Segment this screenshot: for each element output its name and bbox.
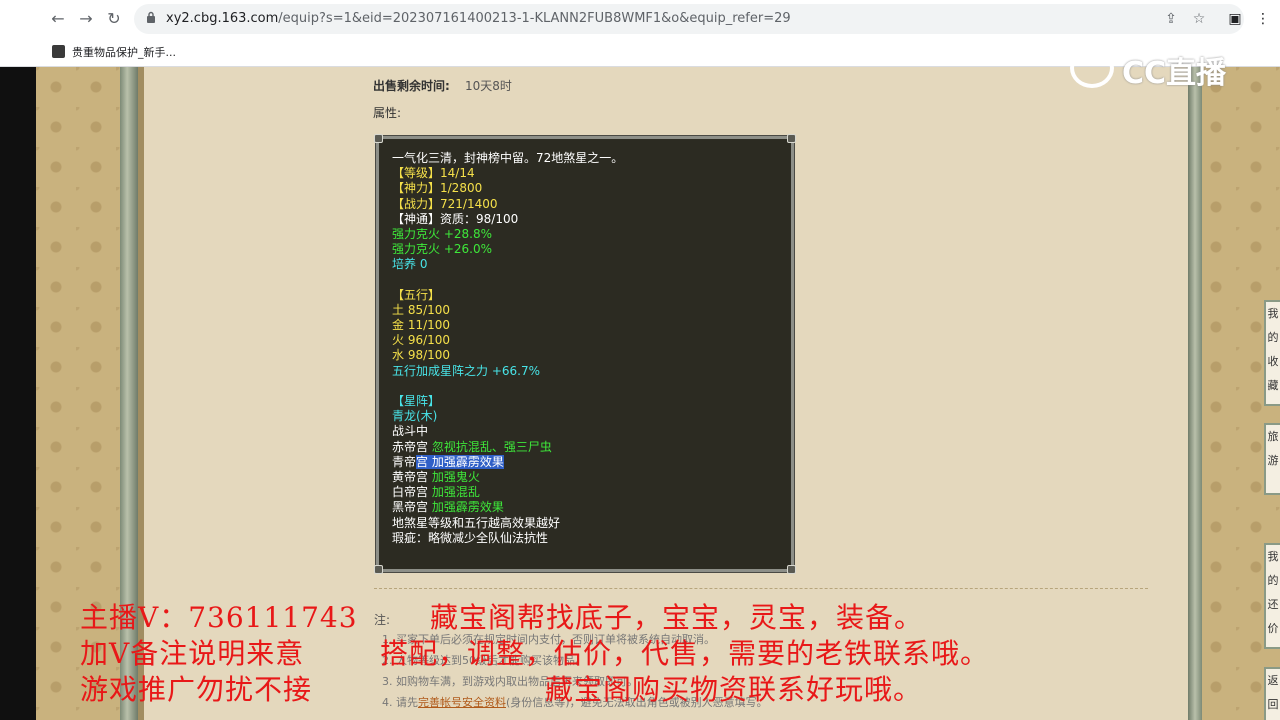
attribute-line: 【神通】资质：98/100 <box>392 212 782 227</box>
attribute-line: 一气化三清，封神榜中留。72地煞星之一。 <box>392 151 782 166</box>
streamer-disclaimer-text: 游戏推广勿扰不接 <box>80 673 313 706</box>
attribute-line: 【星阵】 <box>392 394 782 409</box>
more-menu-icon[interactable]: ⋮ <box>1254 10 1272 28</box>
attribute-line: 黑帝宫 加强霹雳效果 <box>392 500 782 515</box>
attribute-text: 【五行】 <box>392 287 441 302</box>
side-tab-travel[interactable]: 旅游 <box>1264 423 1280 495</box>
attribute-text: 【星阵】 <box>392 394 441 408</box>
panel-corner-icon <box>787 565 796 574</box>
attribute-line: 黄帝宫 加强鬼火 <box>392 470 782 485</box>
service-text-1: 藏宝阁帮找底子，宝宝，灵宝，装备。 <box>430 601 924 634</box>
attribute-text: 青帝 <box>392 454 417 469</box>
attribute-tooltip-panel: 一气化三清，封神榜中留。72地煞星之一。 【等级】14/14 【神力】1/280… <box>374 134 796 574</box>
attribute-line: 白帝宫 加强混乱 <box>392 485 782 500</box>
sale-time-label: 出售剩余时间: <box>373 79 450 93</box>
lock-icon <box>147 11 155 23</box>
notes-label: 注: <box>374 613 391 627</box>
attribute-line: 土 85/100 <box>392 303 782 318</box>
attribute-line: 金 11/100 <box>392 318 782 333</box>
attribute-text: 忽视抗混乱、强三尸虫 <box>431 439 552 454</box>
attribute-line <box>392 379 782 394</box>
attribute-text: 青龙(木) <box>392 409 438 424</box>
left-dark-strip <box>0 0 36 720</box>
attribute-text: 加强混乱 <box>431 485 480 500</box>
attributes-label: 属性: <box>373 106 402 120</box>
attribute-text: 瑕疵：略微减少全队仙法抗性 <box>392 530 549 545</box>
streamer-note-text: 加V备注说明来意 <box>80 637 305 670</box>
attribute-text: 加强鬼火 <box>431 469 480 484</box>
attribute-text: 战斗中 <box>392 424 429 439</box>
attribute-line: 瑕疵：略微减少全队仙法抗性 <box>392 531 782 546</box>
side-tab-back[interactable]: 返回 <box>1264 667 1280 720</box>
attribute-line: 地煞星等级和五行越高效果越好 <box>392 516 782 531</box>
sale-time-value: 10天8时 <box>465 79 512 93</box>
attribute-line: 水 98/100 <box>392 348 782 363</box>
attribute-text: 宫 加强霹雳效果 <box>416 454 504 469</box>
attribute-text: 地煞星等级和五行越高效果越好 <box>392 515 561 530</box>
attribute-line: 强力克火 +28.8% <box>392 227 782 242</box>
attribute-text: 白帝宫 <box>392 485 432 500</box>
attribute-text: 强力克火 +28.8% <box>392 226 492 241</box>
attribute-line: 培养 0 <box>392 257 782 272</box>
attribute-text: 金 11/100 <box>392 318 451 333</box>
side-tab-favorites[interactable]: 我的收藏 <box>1264 300 1280 406</box>
attribute-line: 【战力】721/1400 <box>392 197 782 212</box>
attribute-line: 青龙(木) <box>392 409 782 424</box>
attribute-line: 强力克火 +26.0% <box>392 242 782 257</box>
service-text-3: 藏宝阁购买物资联系好玩哦。 <box>545 673 923 706</box>
attribute-line: 【神力】1/2800 <box>392 181 782 196</box>
browser-toolbar: ← → ↻ xy2.cbg.163.com/equip?s=1&eid=2023… <box>0 0 1280 38</box>
forward-arrow-icon[interactable]: → <box>76 9 96 29</box>
attribute-line: 【等级】14/14 <box>392 166 782 181</box>
attribute-line <box>392 273 782 288</box>
back-arrow-icon[interactable]: ← <box>48 9 68 29</box>
attribute-text: 【神通】资质：98/100 <box>392 211 519 226</box>
attribute-text: 水 98/100 <box>392 348 451 363</box>
attribute-lines: 一气化三清，封神榜中留。72地煞星之一。 【等级】14/14 【神力】1/280… <box>392 151 782 546</box>
attribute-line: 火 96/100 <box>392 333 782 348</box>
cc-logo-text: CC直播 <box>1122 56 1227 91</box>
panel-corner-icon <box>374 134 383 143</box>
side-panel-icon[interactable]: ▣ <box>1226 10 1244 28</box>
attribute-text: 一气化三清，封神榜中留。72地煞星之一。 <box>392 151 624 165</box>
attribute-text: 火 96/100 <box>392 333 451 348</box>
attribute-text: 培养 0 <box>392 257 428 272</box>
bookmark-star-icon[interactable]: ☆ <box>1190 10 1208 28</box>
attribute-text: 土 85/100 <box>392 302 451 317</box>
attribute-text: 强力克火 +26.0% <box>392 242 492 257</box>
attribute-line: 赤帝宫 忽视抗混乱、强三尸虫 <box>392 440 782 455</box>
attribute-text: 【等级】14/14 <box>392 166 475 181</box>
attribute-text: 五行加成星阵之力 +66.7% <box>392 363 540 378</box>
streamer-contact-text: 主播V：736111743 <box>80 601 358 634</box>
attribute-line: 【五行】 <box>392 288 782 303</box>
side-tab-my-offers[interactable]: 我的还价 <box>1264 543 1280 649</box>
right-ornament-border <box>1188 67 1202 720</box>
address-bar[interactable]: xy2.cbg.163.com/equip?s=1&eid=2023071614… <box>134 4 1244 34</box>
attribute-line: 五行加成星阵之力 +66.7% <box>392 364 782 379</box>
account-security-link[interactable]: 完善帐号安全资料 <box>418 696 506 709</box>
attribute-text: 加强霹雳效果 <box>431 500 504 515</box>
attribute-text: 黄帝宫 <box>392 469 432 484</box>
share-icon[interactable]: ⇪ <box>1162 10 1180 28</box>
cc-logo-icon <box>1070 48 1114 88</box>
service-text-2: 搭配，调整，估价，代售，需要的老铁联系哦。 <box>380 637 990 670</box>
dashed-divider <box>374 588 1148 589</box>
attribute-line: 青帝宫 加强霹雳效果 <box>392 454 782 470</box>
bookmark-label: 贵重物品保护_新手... <box>72 46 176 59</box>
panel-corner-icon <box>374 565 383 574</box>
attribute-text: 【战力】721/1400 <box>392 196 498 211</box>
attribute-text: 赤帝宫 <box>392 439 432 454</box>
bookmark-favicon-icon <box>52 45 65 58</box>
url-text: xy2.cbg.163.com/equip?s=1&eid=2023071614… <box>166 11 791 26</box>
reload-icon[interactable]: ↻ <box>104 9 124 29</box>
attribute-line: 战斗中 <box>392 424 782 439</box>
attribute-text: 【神力】1/2800 <box>392 181 483 196</box>
panel-corner-icon <box>787 134 796 143</box>
attribute-text: 黑帝宫 <box>392 500 432 515</box>
